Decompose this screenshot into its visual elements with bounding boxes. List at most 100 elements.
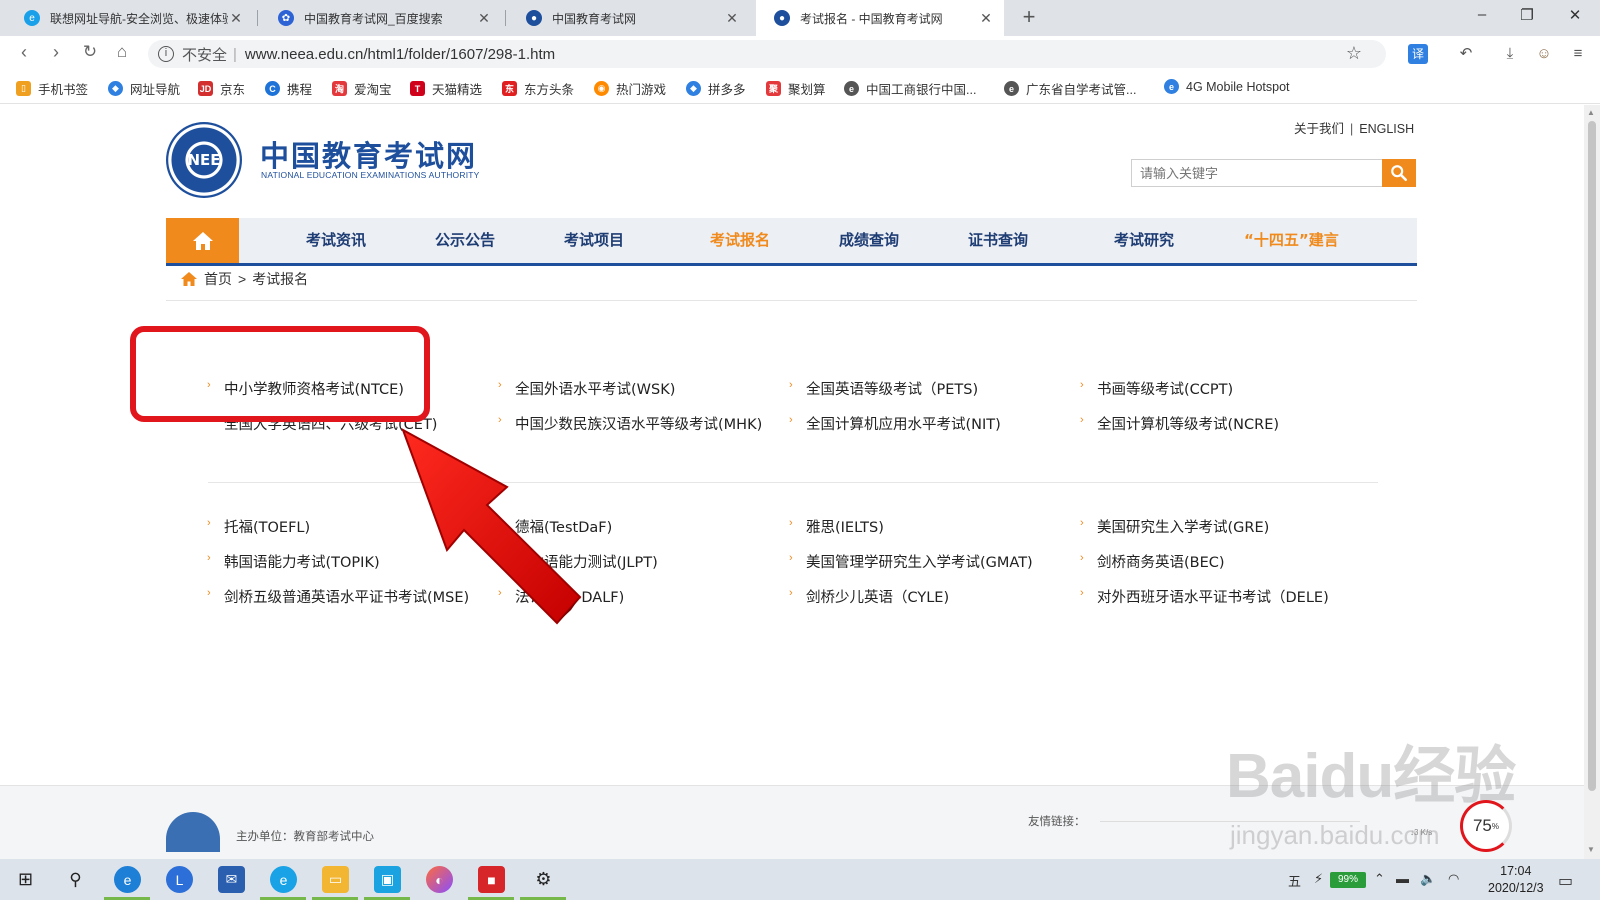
reload-icon[interactable]: ↻: [78, 42, 102, 62]
nav-exam-registration[interactable]: 考试报名: [710, 218, 770, 263]
forward-icon[interactable]: ›: [44, 42, 68, 63]
close-icon[interactable]: ✕: [476, 10, 492, 27]
tab-title: 中国教育考试网: [552, 11, 637, 26]
bookmark-item[interactable]: 东东方头条: [502, 79, 574, 98]
tmall-icon: T: [410, 81, 425, 96]
settings-gear-icon[interactable]: ⚙: [530, 866, 557, 893]
screen-recorder-icon[interactable]: ■: [478, 866, 505, 893]
top-links: 关于我们 | ENGLISH: [1294, 118, 1414, 137]
chevron-up-icon[interactable]: ⌃: [1374, 871, 1385, 887]
bookmark-item[interactable]: T 天猫精选: [410, 79, 482, 98]
download-icon[interactable]: ⤓: [1500, 44, 1520, 64]
bookmark-item[interactable]: ◆ 拼多多: [686, 79, 746, 98]
translate-icon[interactable]: 译: [1408, 44, 1428, 64]
exam-link-ncre[interactable]: 全国计算机等级考试(NCRE): [1097, 413, 1279, 434]
main-nav: 考试资讯 公示公告 考试项目 考试报名 成绩查询 证书查询 考试研究 “十四五”…: [166, 218, 1417, 266]
bookmark-label: 4G Mobile Hotspot: [1186, 79, 1290, 94]
chevron-right-icon: ›: [789, 414, 793, 426]
system-clock[interactable]: 17:04 2020/12/3: [1488, 863, 1544, 897]
bookmark-item[interactable]: ◆ 网址导航: [108, 79, 180, 98]
bookmark-item[interactable]: e 4G Mobile Hotspot: [1164, 79, 1290, 94]
clock-date: 2020/12/3: [1488, 881, 1544, 895]
nav-announcements[interactable]: 公示公告: [435, 218, 495, 263]
back-icon[interactable]: ‹: [12, 42, 36, 63]
scrollbar-thumb[interactable]: [1588, 121, 1596, 791]
mail-icon[interactable]: ✉: [218, 866, 245, 893]
tab-neea-home[interactable]: ● 中国教育考试网 ✕: [508, 0, 750, 36]
restore-icon[interactable]: ❐: [1515, 6, 1539, 24]
bookmark-item[interactable]: JD 京东: [198, 79, 245, 98]
bookmark-star-icon[interactable]: ☆: [1346, 43, 1362, 64]
english-link[interactable]: ENGLISH: [1359, 122, 1414, 136]
app-window-icon[interactable]: ▣: [374, 866, 401, 893]
breadcrumb-home[interactable]: 首页: [204, 269, 232, 289]
file-explorer-icon[interactable]: ▭: [322, 866, 349, 893]
site-title[interactable]: 中国教育考试网: [260, 133, 477, 175]
nav-certificate-query[interactable]: 证书查询: [968, 218, 1028, 263]
close-icon[interactable]: ✕: [978, 10, 994, 27]
breadcrumb-current: 考试报名: [252, 271, 309, 287]
clock-time: 17:04: [1500, 864, 1532, 878]
url-field[interactable]: i 不安全 | www.neea.edu.cn/html1/folder/160…: [148, 40, 1386, 68]
undo-icon[interactable]: ↶: [1456, 44, 1476, 64]
minimize-icon[interactable]: –: [1470, 6, 1494, 23]
notification-icon[interactable]: ▭: [1558, 871, 1573, 891]
lenovo-app-icon[interactable]: L: [166, 866, 193, 893]
bookmark-item[interactable]: ▯ 手机书签: [16, 79, 88, 98]
info-icon[interactable]: i: [158, 46, 174, 62]
volume-icon[interactable]: 🔈: [1420, 871, 1436, 887]
about-link[interactable]: 关于我们: [1294, 122, 1344, 136]
firefox-icon[interactable]: ◐: [426, 866, 453, 893]
home-icon[interactable]: ⌂: [110, 42, 134, 62]
tab-baidu-search[interactable]: ✿ 中国教育考试网_百度搜索 ✕: [260, 0, 502, 36]
scroll-up-icon[interactable]: ▲: [1587, 108, 1595, 117]
edge-browser-icon[interactable]: e: [114, 866, 141, 893]
battery-icon[interactable]: ▬: [1396, 871, 1409, 886]
search-icon[interactable]: ⚲: [62, 866, 89, 893]
exam-link-ielts[interactable]: 雅思(IELTS): [806, 516, 884, 537]
ime-indicator[interactable]: 五: [1288, 871, 1301, 890]
nav-five-year-plan[interactable]: “十四五”建言: [1244, 218, 1339, 263]
exam-link-wsk[interactable]: 全国外语水平考试(WSK): [515, 378, 675, 399]
battery-indicator[interactable]: 99%: [1330, 872, 1366, 888]
exam-link-topik[interactable]: 韩国语能力考试(TOPIK): [224, 551, 380, 572]
search-input[interactable]: [1131, 159, 1383, 187]
menu-icon[interactable]: ≡: [1568, 44, 1588, 64]
speed-ball-widget[interactable]: 75%: [1460, 800, 1512, 852]
close-icon[interactable]: ✕: [228, 10, 244, 27]
nav-score-query[interactable]: 成绩查询: [839, 218, 899, 263]
nav-home-button[interactable]: [166, 218, 239, 263]
exam-link-pets[interactable]: 全国英语等级考试（PETS): [806, 378, 978, 399]
scroll-down-icon[interactable]: ▼: [1587, 845, 1595, 854]
exam-link-toefl[interactable]: 托福(TOEFL): [224, 516, 310, 537]
browser-e-icon[interactable]: e: [270, 866, 297, 893]
bookmark-item[interactable]: e 中国工商银行中国...: [844, 79, 976, 98]
exam-link-cyle[interactable]: 剑桥少儿英语（CYLE): [806, 586, 949, 607]
windows-start-icon[interactable]: ⊞: [12, 866, 39, 893]
exam-link-gmat[interactable]: 美国管理学研究生入学考试(GMAT): [806, 551, 1033, 572]
bookmark-item[interactable]: e 广东省自学考试管...: [1004, 79, 1136, 98]
user-avatar-icon[interactable]: ☺: [1534, 44, 1554, 64]
window-close-icon[interactable]: ✕: [1563, 6, 1587, 24]
bookmark-item[interactable]: 聚聚划算: [766, 79, 826, 98]
bookmark-item[interactable]: 淘爱淘宝: [332, 79, 392, 98]
exam-link-gre[interactable]: 美国研究生入学考试(GRE): [1097, 516, 1269, 537]
browser-e-icon: e: [24, 10, 40, 26]
exam-link-ccpt[interactable]: 书画等级考试(CCPT): [1097, 378, 1233, 399]
tab-exam-registration[interactable]: ● 考试报名 - 中国教育考试网 ✕: [756, 0, 1004, 36]
exam-link-bec[interactable]: 剑桥商务英语(BEC): [1097, 551, 1225, 572]
nav-exam-news[interactable]: 考试资讯: [306, 218, 366, 263]
bookmark-item[interactable]: C 携程: [265, 79, 312, 98]
wifi-icon[interactable]: ◠: [1448, 871, 1459, 887]
exam-link-dele[interactable]: 对外西班牙语水平证书考试（DELE): [1097, 586, 1329, 607]
tab-lenovo-nav[interactable]: e 联想网址导航-安全浏览、极速体验 ✕: [6, 0, 254, 36]
nav-exam-projects[interactable]: 考试项目: [564, 218, 624, 263]
new-tab-button[interactable]: +: [1016, 4, 1042, 30]
exam-link-nit[interactable]: 全国计算机应用水平考试(NIT): [806, 413, 1001, 434]
close-icon[interactable]: ✕: [724, 10, 740, 27]
vertical-scrollbar[interactable]: ▲ ▼: [1584, 105, 1600, 859]
neea-logo[interactable]: NEE: [166, 122, 242, 198]
search-button[interactable]: [1382, 159, 1416, 187]
nav-exam-research[interactable]: 考试研究: [1114, 218, 1174, 263]
bookmark-item[interactable]: ◉ 热门游戏: [594, 79, 666, 98]
